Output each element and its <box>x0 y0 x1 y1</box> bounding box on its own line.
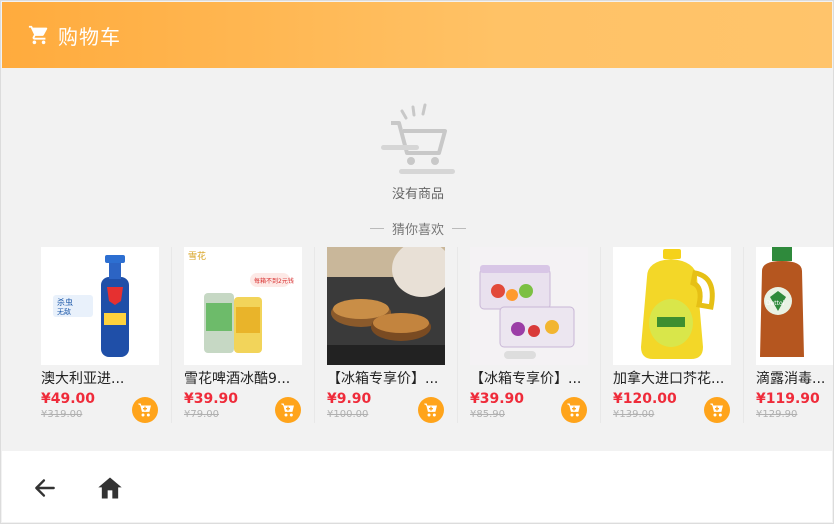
add-to-cart-button[interactable] <box>704 397 730 423</box>
recommend-heading: 猜你喜欢 <box>1 219 833 238</box>
product-old-price: ¥100.00 <box>327 409 369 420</box>
add-to-cart-button[interactable] <box>132 397 158 423</box>
product-price: ¥39.90 <box>184 391 239 407</box>
divider <box>369 228 384 229</box>
product-old-price: ¥319.00 <box>41 409 83 420</box>
svg-text:无敌: 无敌 <box>57 307 71 316</box>
product-old-price: ¥85.90 <box>470 409 505 420</box>
product-list: 杀虫 无敌 澳大利亚进... ¥49.00 ¥319.00 雪花 每箱不到2元钱… <box>29 247 833 423</box>
svg-text:Dettol: Dettol <box>766 300 785 307</box>
add-to-cart-button[interactable] <box>418 397 444 423</box>
product-image[interactable] <box>613 247 731 365</box>
add-to-cart-button[interactable] <box>561 397 587 423</box>
home-icon[interactable] <box>96 474 124 502</box>
product-price: ¥9.90 <box>327 391 372 407</box>
product-name: 加拿大进口芥花... <box>613 371 725 387</box>
product-card[interactable]: Dettol 滴露消毒... ¥119.90 ¥129.90 <box>744 247 833 423</box>
app-frame: 购物车 没有商品 猜你喜欢 杀虫 无敌 澳大利亚进... ¥49.00 ¥319… <box>0 0 834 524</box>
recommend-title: 猜你喜欢 <box>391 223 444 238</box>
product-price: ¥120.00 <box>613 391 677 407</box>
add-cart-icon <box>281 403 294 417</box>
product-image[interactable]: 杀虫 无敌 <box>41 247 159 365</box>
svg-text:杀虫: 杀虫 <box>57 297 73 307</box>
add-cart-icon <box>710 403 723 417</box>
divider <box>452 228 466 229</box>
empty-cart-icon <box>381 103 455 174</box>
product-price: ¥49.00 <box>41 391 96 407</box>
product-card[interactable]: 【冰箱专享价】... ¥39.90 ¥85.90 <box>458 247 601 423</box>
product-old-price: ¥139.00 <box>613 409 655 420</box>
product-card[interactable]: 杀虫 无敌 澳大利亚进... ¥49.00 ¥319.00 <box>29 247 172 423</box>
page-title: 购物车 <box>58 24 121 49</box>
top-bar: 购物车 <box>2 2 832 68</box>
product-name: 雪花啤酒冰酷9... <box>184 371 291 387</box>
svg-text:雪花: 雪花 <box>188 250 206 262</box>
product-name: 澳大利亚进... <box>41 371 125 387</box>
add-cart-icon <box>567 403 580 417</box>
add-to-cart-button[interactable] <box>275 397 301 423</box>
product-name: 【冰箱专享价】... <box>327 371 439 387</box>
back-arrow-icon[interactable] <box>32 475 58 501</box>
product-price: ¥119.90 <box>756 391 820 407</box>
product-image[interactable] <box>327 247 445 365</box>
product-old-price: ¥79.00 <box>184 409 219 420</box>
product-name: 【冰箱专享价】... <box>470 371 582 387</box>
product-card[interactable]: 【冰箱专享价】... ¥9.90 ¥100.00 <box>315 247 458 423</box>
svg-text:每箱不到2元钱: 每箱不到2元钱 <box>254 277 294 285</box>
bottom-nav <box>2 451 832 522</box>
cart-icon <box>28 25 48 45</box>
add-cart-icon <box>424 403 437 417</box>
product-image[interactable]: Dettol <box>756 247 833 365</box>
product-old-price: ¥129.90 <box>756 409 798 420</box>
product-card[interactable]: 加拿大进口芥花... ¥120.00 ¥139.00 <box>601 247 744 423</box>
empty-cart-text: 没有商品 <box>391 187 444 202</box>
product-card[interactable]: 雪花 每箱不到2元钱 雪花啤酒冰酷9... ¥39.90 ¥79.00 <box>172 247 315 423</box>
product-price: ¥39.90 <box>470 391 525 407</box>
product-image[interactable]: 雪花 每箱不到2元钱 <box>184 247 302 365</box>
add-cart-icon <box>138 403 151 417</box>
product-name: 滴露消毒... <box>756 371 826 387</box>
product-image[interactable] <box>470 247 588 365</box>
